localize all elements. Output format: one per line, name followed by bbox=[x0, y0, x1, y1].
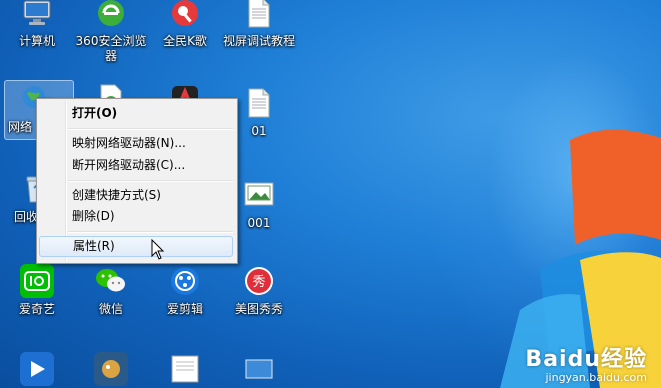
document-icon bbox=[168, 352, 202, 386]
meitu-icon: 秀 bbox=[242, 264, 276, 298]
svg-text:秀: 秀 bbox=[252, 275, 265, 290]
media-player-icon bbox=[20, 352, 54, 386]
document-icon bbox=[242, 0, 276, 30]
image-file-icon bbox=[242, 178, 276, 212]
desktop-icon-label: 360安全浏览器 bbox=[75, 34, 147, 63]
desktop-icon-label: 计算机 bbox=[18, 34, 55, 48]
desktop-icon-label: 爱奇艺 bbox=[18, 302, 55, 316]
menu-item-delete[interactable]: 删除(D) bbox=[39, 206, 233, 227]
context-menu: 打开(O) 映射网络驱动器(N)... 断开网络驱动器(C)... 创建快捷方式… bbox=[36, 98, 238, 264]
game-icon bbox=[94, 352, 128, 386]
desktop-icon-label: 爱剪辑 bbox=[166, 302, 203, 316]
window-icon bbox=[242, 352, 276, 386]
menu-separator bbox=[68, 128, 233, 130]
menu-separator bbox=[68, 180, 233, 182]
desktop-icon-karaoke[interactable]: 全民K歌 bbox=[148, 0, 222, 82]
desktop-icon-iqiyi[interactable]: 爱奇艺 bbox=[0, 262, 74, 350]
watermark-brand: Baidu经验 bbox=[525, 347, 647, 372]
desktop-icon-meitu[interactable]: 秀 美图秀秀 bbox=[222, 262, 296, 350]
desktop-icon-partial-4[interactable] bbox=[222, 350, 296, 388]
desktop-icon-label: 微信 bbox=[98, 302, 123, 316]
menu-separator bbox=[68, 231, 233, 233]
desktop-icon-360-browser[interactable]: 360安全浏览器 bbox=[74, 0, 148, 82]
wechat-icon bbox=[94, 264, 128, 298]
desktop-icon-aijianji[interactable]: 爱剪辑 bbox=[148, 262, 222, 350]
iqiyi-icon bbox=[20, 264, 54, 298]
menu-item-properties[interactable]: 属性(R) bbox=[39, 236, 233, 257]
desktop-icon-label: 美图秀秀 bbox=[234, 302, 283, 316]
mouse-cursor-icon bbox=[151, 239, 165, 260]
menu-item-map-network-drive[interactable]: 映射网络驱动器(N)... bbox=[39, 133, 233, 154]
baidu-watermark: Baidu经验 jingyan.baidu.com bbox=[525, 341, 647, 384]
computer-icon bbox=[20, 0, 54, 30]
desktop-icon-partial-1[interactable] bbox=[0, 350, 74, 388]
aijianji-icon bbox=[168, 264, 202, 298]
desktop-icon-computer[interactable]: 计算机 bbox=[0, 0, 74, 82]
360-browser-icon bbox=[94, 0, 128, 30]
menu-item-open[interactable]: 打开(O) bbox=[39, 103, 233, 124]
desktop-icon-partial-3[interactable] bbox=[148, 350, 222, 388]
desktop-icon-tutorial-doc[interactable]: 视屏调试教程 bbox=[222, 0, 296, 82]
menu-item-create-shortcut[interactable]: 创建快捷方式(S) bbox=[39, 185, 233, 206]
document-icon bbox=[242, 86, 276, 120]
desktop-icon-label: 视屏调试教程 bbox=[222, 34, 295, 48]
desktop-icon-partial-2[interactable] bbox=[74, 350, 148, 388]
desktop-icon-wechat[interactable]: 微信 bbox=[74, 262, 148, 350]
desktop-icon-label: 全民K歌 bbox=[163, 34, 207, 48]
menu-item-disconnect-network-drive[interactable]: 断开网络驱动器(C)... bbox=[39, 155, 233, 176]
karaoke-icon bbox=[168, 0, 202, 30]
